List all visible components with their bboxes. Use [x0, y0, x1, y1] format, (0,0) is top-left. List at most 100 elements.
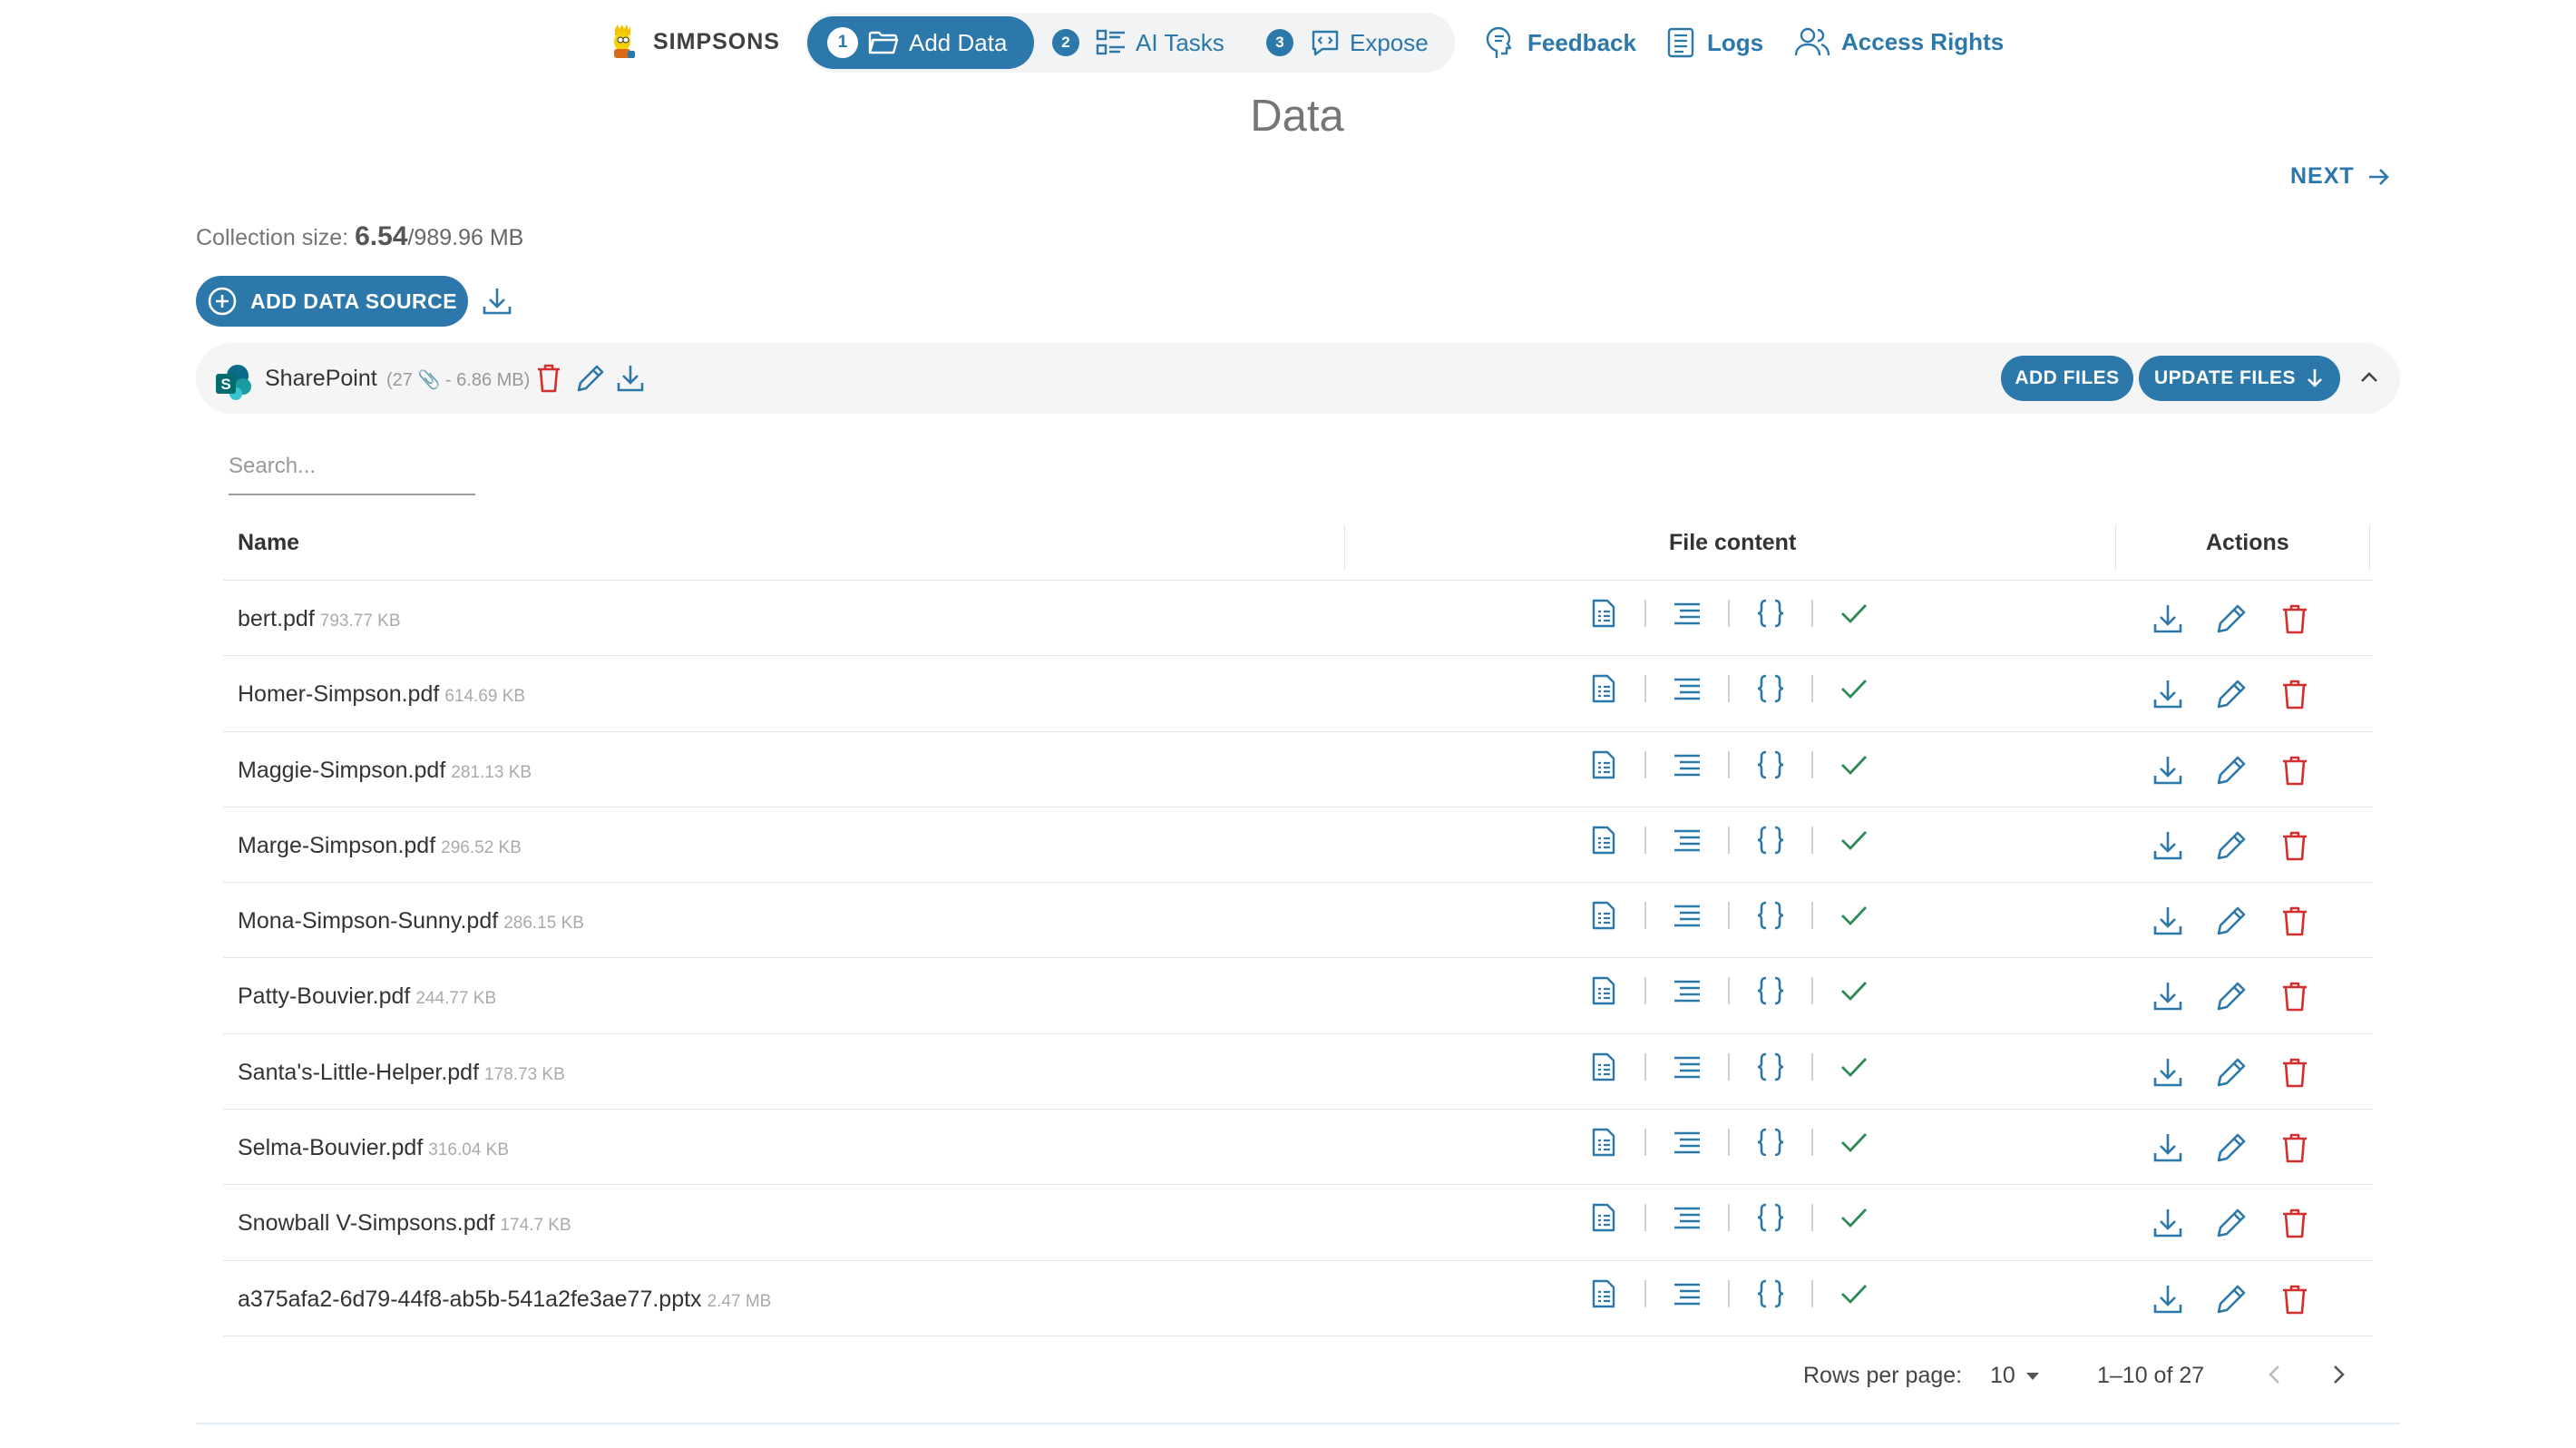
json-braces-icon[interactable]: [1754, 1051, 1787, 1083]
edit-icon[interactable]: [2213, 1054, 2249, 1091]
edit-icon[interactable]: [2213, 827, 2249, 864]
next-page-icon[interactable]: [2326, 1361, 2351, 1388]
json-braces-icon[interactable]: [1754, 748, 1787, 781]
edit-icon[interactable]: [2213, 903, 2249, 939]
download-icon[interactable]: [2150, 1130, 2186, 1166]
document-icon[interactable]: [1587, 824, 1620, 856]
text-lines-icon[interactable]: [1671, 899, 1703, 932]
text-lines-icon[interactable]: [1671, 1051, 1703, 1083]
file-name[interactable]: Marge-Simpson.pdf 296.52 KB: [238, 833, 522, 859]
download-icon[interactable]: [2150, 1281, 2186, 1317]
text-lines-icon[interactable]: [1671, 824, 1703, 856]
table-row[interactable]: Maggie-Simpson.pdf 281.13 KB: [223, 732, 2373, 807]
previous-page-icon[interactable]: [2262, 1361, 2288, 1388]
table-row[interactable]: Selma-Bouvier.pdf 316.04 KB: [223, 1110, 2373, 1186]
edit-icon[interactable]: [2213, 676, 2249, 712]
text-lines-icon[interactable]: [1671, 1277, 1703, 1310]
document-icon[interactable]: [1587, 597, 1620, 630]
logs-link[interactable]: Logs: [1665, 25, 1763, 60]
table-row[interactable]: Mona-Simpson-Sunny.pdf 286.15 KB: [223, 883, 2373, 959]
document-icon[interactable]: [1587, 748, 1620, 781]
document-icon[interactable]: [1587, 1126, 1620, 1159]
column-name-header[interactable]: Name: [238, 530, 299, 556]
edit-icon[interactable]: [2213, 1281, 2249, 1317]
text-lines-icon[interactable]: [1671, 1126, 1703, 1159]
add-files-button[interactable]: ADD FILES: [2001, 356, 2133, 401]
search-field[interactable]: [229, 454, 475, 495]
download-icon[interactable]: [2150, 1054, 2186, 1091]
document-icon[interactable]: [1587, 1201, 1620, 1234]
update-files-button[interactable]: UPDATE FILES: [2139, 356, 2340, 401]
download-icon[interactable]: [2150, 1205, 2186, 1241]
download-icon[interactable]: [2150, 903, 2186, 939]
json-braces-icon[interactable]: [1754, 597, 1787, 630]
step-add-data[interactable]: 1 Add Data: [807, 16, 1034, 69]
table-row[interactable]: bert.pdf 793.77 KB: [223, 581, 2373, 657]
json-braces-icon[interactable]: [1754, 672, 1787, 705]
download-all-icon[interactable]: [481, 285, 513, 318]
next-button[interactable]: NEXT: [2290, 163, 2391, 190]
json-braces-icon[interactable]: [1754, 1277, 1787, 1310]
table-row[interactable]: Snowball V-Simpsons.pdf 174.7 KB: [223, 1185, 2373, 1261]
json-braces-icon[interactable]: [1754, 899, 1787, 932]
rows-per-page-select[interactable]: 10: [1990, 1363, 2041, 1389]
delete-icon[interactable]: [2277, 978, 2313, 1014]
table-row[interactable]: Patty-Bouvier.pdf 244.77 KB: [223, 958, 2373, 1034]
json-braces-icon[interactable]: [1754, 974, 1787, 1007]
text-lines-icon[interactable]: [1671, 672, 1703, 705]
text-lines-icon[interactable]: [1671, 1201, 1703, 1234]
chevron-up-icon[interactable]: [2356, 365, 2382, 390]
edit-icon[interactable]: [2213, 601, 2249, 637]
delete-icon[interactable]: [2277, 676, 2313, 712]
search-input[interactable]: [229, 454, 475, 479]
file-name[interactable]: Selma-Bouvier.pdf 316.04 KB: [238, 1135, 509, 1161]
file-name[interactable]: Santa's-Little-Helper.pdf 178.73 KB: [238, 1060, 565, 1086]
document-icon[interactable]: [1587, 1051, 1620, 1083]
brand[interactable]: SIMPSONS: [606, 24, 780, 60]
edit-icon[interactable]: [2213, 1130, 2249, 1166]
delete-icon[interactable]: [2277, 1054, 2313, 1091]
json-braces-icon[interactable]: [1754, 1201, 1787, 1234]
file-name[interactable]: Mona-Simpson-Sunny.pdf 286.15 KB: [238, 908, 584, 934]
table-row[interactable]: Marge-Simpson.pdf 296.52 KB: [223, 807, 2373, 884]
step-expose[interactable]: 3 Expose: [1266, 16, 1429, 69]
text-lines-icon[interactable]: [1671, 974, 1703, 1007]
delete-icon[interactable]: [2277, 752, 2313, 788]
document-icon[interactable]: [1587, 672, 1620, 705]
file-name[interactable]: bert.pdf 793.77 KB: [238, 606, 401, 632]
delete-icon[interactable]: [2277, 1205, 2313, 1241]
delete-icon[interactable]: [2277, 1130, 2313, 1166]
access-rights-link[interactable]: Access Rights: [1794, 25, 2004, 58]
file-name[interactable]: a375afa2-6d79-44f8-ab5b-541a2fe3ae77.ppt…: [238, 1287, 771, 1313]
table-row[interactable]: Homer-Simpson.pdf 614.69 KB: [223, 656, 2373, 732]
document-icon[interactable]: [1587, 1277, 1620, 1310]
table-row[interactable]: a375afa2-6d79-44f8-ab5b-541a2fe3ae77.ppt…: [223, 1261, 2373, 1336]
text-lines-icon[interactable]: [1671, 597, 1703, 630]
json-braces-icon[interactable]: [1754, 1126, 1787, 1159]
document-icon[interactable]: [1587, 974, 1620, 1007]
download-icon[interactable]: [2150, 676, 2186, 712]
edit-source-icon[interactable]: [575, 363, 606, 394]
download-icon[interactable]: [2150, 752, 2186, 788]
file-name[interactable]: Snowball V-Simpsons.pdf 174.7 KB: [238, 1210, 571, 1237]
feedback-link[interactable]: Feedback: [1484, 25, 1636, 60]
download-icon[interactable]: [2150, 601, 2186, 637]
step-ai-tasks[interactable]: 2 AI Tasks: [1052, 16, 1225, 69]
delete-icon[interactable]: [2277, 601, 2313, 637]
edit-icon[interactable]: [2213, 978, 2249, 1014]
add-data-source-button[interactable]: ADD DATA SOURCE: [196, 276, 468, 327]
download-source-icon[interactable]: [615, 363, 646, 394]
edit-icon[interactable]: [2213, 1205, 2249, 1241]
json-braces-icon[interactable]: [1754, 824, 1787, 856]
table-row[interactable]: Santa's-Little-Helper.pdf 178.73 KB: [223, 1034, 2373, 1110]
edit-icon[interactable]: [2213, 752, 2249, 788]
download-icon[interactable]: [2150, 978, 2186, 1014]
file-name[interactable]: Maggie-Simpson.pdf 281.13 KB: [238, 758, 532, 784]
delete-icon[interactable]: [2277, 903, 2313, 939]
file-name[interactable]: Homer-Simpson.pdf 614.69 KB: [238, 681, 525, 708]
delete-icon[interactable]: [2277, 827, 2313, 864]
delete-source-icon[interactable]: [535, 363, 562, 394]
delete-icon[interactable]: [2277, 1281, 2313, 1317]
text-lines-icon[interactable]: [1671, 748, 1703, 781]
document-icon[interactable]: [1587, 899, 1620, 932]
